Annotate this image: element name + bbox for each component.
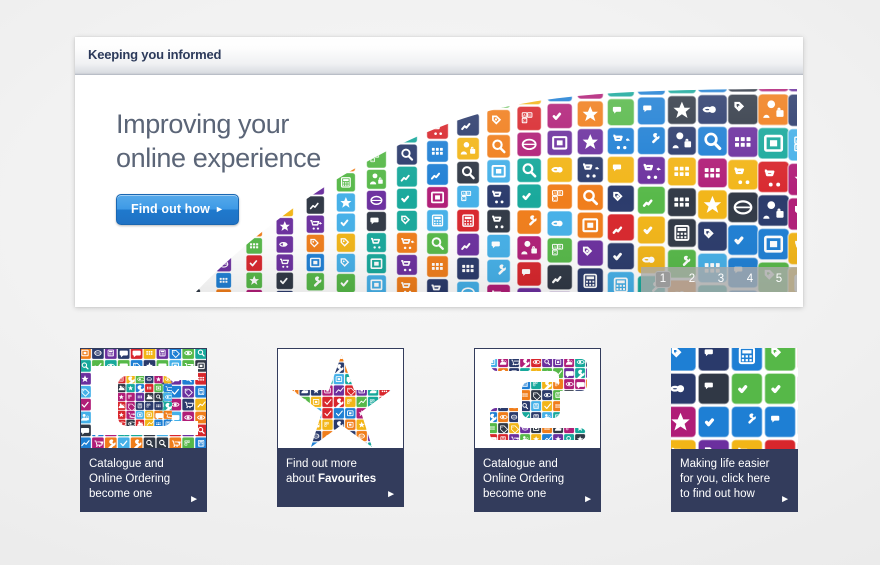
svg-text:B: B [569,415,571,417]
arrow-right-icon: ► [386,489,396,500]
promo-card-catalogue-tablet[interactable]: ABCABCABCABCABC ABCABC Catalogue and Onl… [80,348,207,512]
card-caption-line-1: Find out more [286,458,357,470]
svg-text:C: C [588,429,590,431]
card-caption-line-2: Online Ordering [89,473,171,485]
card-caption: Find out more about Favourites ► [277,449,404,507]
svg-text:C: C [577,396,579,398]
svg-text:B: B [149,404,150,406]
svg-text:A: A [589,425,591,428]
svg-text:A: A [578,392,580,395]
svg-text:C: C [796,146,797,152]
svg-text:B: B [580,404,582,406]
svg-text:A: A [567,414,569,417]
headline-line-1: Improving your [116,109,289,139]
page-title: Keeping you informed [88,47,222,62]
svg-text:C: C [588,396,590,398]
svg-text:B: B [559,191,562,196]
svg-text:C: C [359,380,361,382]
svg-text:C: C [128,397,129,399]
card-caption-emphasis: Favourites [317,473,377,485]
svg-text:C: C [577,407,579,409]
svg-text:A: A [359,353,361,356]
card-caption-line-3: become one [483,488,547,500]
svg-text:A: A [462,192,465,196]
svg-text:A: A [341,138,344,142]
svg-text:B: B [569,426,571,428]
svg-text:B: B [361,377,363,379]
card-caption-line-3: to find out how [680,488,755,500]
card-image-icon-mosaic-interlock: ABCABCABCABCABCABCABCABC [474,348,601,449]
headline-line-2: online experience [116,143,321,173]
promo-card-making-life-easier[interactable]: Making life easier for you, click here t… [671,348,798,512]
svg-text:A: A [382,422,384,425]
pagination-item-4[interactable]: 4 [742,271,758,288]
svg-text:B: B [559,244,562,249]
promo-card-catalogue-interlock[interactable]: ABCABCABCABCABCABCABCABC Catalogue and O… [474,348,601,512]
svg-text:A: A [567,425,569,428]
svg-text:C: C [523,118,526,123]
svg-text:B: B [130,395,131,397]
svg-text:C: C [566,418,568,420]
keeping-you-informed-panel: Keeping you informed ABCABCABCABCABCABCA… [75,37,803,307]
banner-pagination[interactable]: 1 2 3 4 5 [641,267,797,292]
card-image-icon-mosaic-star: ABCABCABCABCABCABC [277,348,404,449]
card-caption-line-1: Making life easier [680,458,770,470]
svg-text:B: B [467,192,470,196]
arrow-right-icon: ► [189,494,199,505]
svg-text:A: A [553,244,556,249]
card-caption: Catalogue and Online Ordering become one… [474,449,601,512]
svg-text:B: B [361,354,363,356]
svg-text:A: A [553,191,556,196]
svg-text:B: B [376,154,378,158]
svg-text:A: A [523,112,526,117]
pagination-item-5[interactable]: 5 [771,271,787,288]
svg-text:A: A [371,154,374,158]
card-caption-line-2: Online Ordering [483,473,565,485]
card-caption: Catalogue and Online Ordering become one… [80,449,207,512]
card-caption-line-1: Catalogue and [483,458,558,470]
icon-mosaic-interlock-graphic: A BCA BCA BCA BCA BCA BCA BCA BC [490,359,593,440]
icon-grid-closeup-graphic [671,348,798,449]
svg-text:A: A [578,403,580,406]
find-out-how-button[interactable]: Find out how ► [116,194,239,225]
panel-header: Keeping you informed [75,37,803,75]
svg-text:B: B [591,426,593,428]
svg-text:B: B [591,393,593,395]
svg-text:C: C [462,197,465,201]
card-image-icon-grid-closeup [671,348,798,449]
find-out-how-label: Find out how [131,202,210,216]
card-caption-line-1: Catalogue and [89,458,164,470]
svg-text:B: B [528,112,531,117]
pagination-item-1[interactable]: 1 [655,271,671,288]
svg-text:C: C [341,142,344,146]
promo-card-favourites[interactable]: ABCABCABCABCABCABC Find out more about F… [277,348,404,507]
svg-text:A: A [796,138,797,144]
icon-mosaic-tablet-graphic: ABCABCABCABCABC ABCABC [81,349,206,448]
arrow-right-icon: ► [780,494,790,505]
card-image-icon-mosaic-tablet: ABCABCABCABCABC ABCABC [80,348,207,449]
svg-text:B: B [345,138,347,142]
hero-banner: ABCABCABCABCABCABCABCABCABC Improving yo… [91,89,797,292]
pagination-item-3[interactable]: 3 [713,271,729,288]
svg-text:C: C [553,196,556,201]
card-caption-line-2: about [286,473,318,485]
card-caption-line-2: for you, click here [680,473,771,485]
arrow-right-icon: ► [583,494,593,505]
arrow-right-icon: ► [214,204,224,214]
pagination-item-2[interactable]: 2 [684,271,700,288]
svg-text:B: B [384,423,386,425]
svg-text:A: A [589,392,591,395]
svg-text:B: B [580,393,582,395]
svg-text:C: C [371,158,374,162]
svg-text:C: C [382,425,384,427]
svg-text:C: C [553,250,556,255]
icon-mosaic-star-graphic: A BCA BCA BCA BCA BCA BC [292,353,391,447]
banner-copy: Improving your online experience Find ou… [116,107,321,225]
card-caption: Making life easier for you, click here t… [671,449,798,512]
svg-text:C: C [147,406,148,408]
svg-text:C: C [359,357,361,359]
svg-text:A: A [359,376,361,379]
promo-card-row: ABCABCABCABCABC ABCABC Catalogue and Onl… [80,348,800,513]
card-caption-line-3: become one [89,488,153,500]
